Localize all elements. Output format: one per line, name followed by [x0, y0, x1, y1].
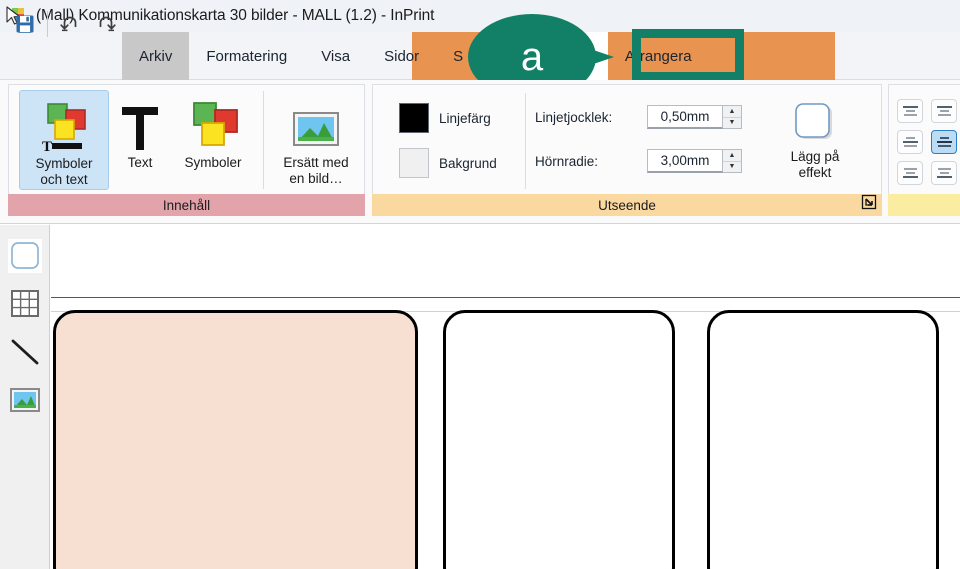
ribbon-tabs: Arkiv Formatering Visa Sidor S ät Celler…	[122, 32, 709, 80]
redo-button[interactable]	[89, 7, 122, 41]
tab-label: Arrangera	[624, 47, 692, 65]
line-tool-icon[interactable]	[8, 335, 42, 369]
group2-separator-2	[765, 93, 766, 189]
canvas-cell-1[interactable]	[53, 310, 418, 569]
tool-palette	[0, 225, 50, 569]
stepper-up-icon[interactable]: ▲	[723, 106, 741, 118]
align-top-right-icon[interactable]	[931, 99, 957, 123]
document-canvas[interactable]	[51, 225, 960, 569]
hornradie-input[interactable]: 3,00mm	[647, 149, 723, 173]
button-label-line1: Ersätt med	[283, 155, 349, 170]
stepper-down-icon[interactable]: ▼	[723, 118, 741, 129]
group-footer-text: Utseende	[598, 197, 656, 213]
button-label-line2: och text	[40, 171, 88, 187]
table-grid-tool-icon[interactable]	[8, 287, 42, 321]
canvas-cell-2[interactable]	[443, 310, 675, 569]
ribbon-group-utseende: Linjefärg Bakgrund Linjetjocklek: 0,50mm…	[372, 84, 882, 220]
align-middle-center-icon[interactable]	[931, 130, 957, 154]
undo-button[interactable]	[54, 7, 87, 41]
rounded-rect-tool-icon[interactable]	[8, 239, 42, 273]
dialog-launcher-icon[interactable]	[860, 193, 878, 211]
tab-label: Arkiv	[139, 47, 173, 65]
button-label-line2: en bild…	[289, 170, 343, 186]
group-footer-label	[888, 194, 960, 216]
field-linjetjocklek: Linjetjocklek: 0,50mm ▲ ▼	[535, 105, 742, 129]
group-body: T Symboler och text Text Symboler Ersätt…	[8, 84, 365, 197]
button-symboler[interactable]: Symboler	[167, 90, 259, 190]
ribbon-group-justering	[888, 84, 960, 220]
picture-icon	[290, 97, 342, 155]
field-label: Linjetjocklek:	[535, 109, 613, 125]
workspace	[0, 225, 960, 569]
group2-separator	[525, 93, 526, 189]
tab-at-occluded[interactable]: ät	[480, 32, 517, 80]
symbols-icon	[182, 97, 244, 155]
field-hornradie: Hörnradie: 3,00mm ▲ ▼	[535, 149, 742, 173]
tab-label: Sidor	[384, 47, 420, 65]
svg-text:T: T	[42, 139, 52, 155]
align-middle-left-icon[interactable]	[897, 130, 923, 154]
tab-label: S	[453, 47, 464, 65]
field-label: Hörnradie:	[535, 153, 599, 169]
save-button[interactable]	[8, 7, 41, 41]
group-footer-label: Utseende	[372, 194, 882, 216]
canvas-guide-line-primary	[51, 297, 960, 298]
ribbon: T Symboler och text Text Symboler Ersätt…	[0, 80, 960, 224]
tab-sidor[interactable]: Sidor	[367, 32, 436, 80]
canvas-cell-3[interactable]	[707, 310, 939, 569]
button-label-line1: Text	[127, 155, 153, 170]
tab-label: Celler	[542, 47, 582, 65]
group-footer-label: Innehåll	[8, 194, 365, 216]
row-label: Bakgrund	[439, 155, 497, 171]
row-bakgrund[interactable]: Bakgrund	[399, 148, 497, 178]
tab-formatering[interactable]: Formatering	[189, 32, 304, 80]
symbols-and-text-icon: T	[35, 98, 93, 156]
line-color-swatch[interactable]	[399, 103, 429, 133]
quick-access-toolbar	[0, 0, 122, 48]
field-value: 0,50mm	[660, 109, 710, 124]
group-body	[888, 84, 960, 197]
linjetjocklek-input[interactable]: 0,50mm	[647, 105, 723, 129]
ribbon-group-innehall: T Symboler och text Text Symboler Ersätt…	[8, 84, 365, 220]
group-body: Linjefärg Bakgrund Linjetjocklek: 0,50mm…	[372, 84, 882, 197]
hornradie-stepper[interactable]: ▲ ▼	[723, 149, 742, 173]
tab-celler[interactable]: Celler	[516, 32, 608, 80]
stepper-up-icon[interactable]: ▲	[723, 150, 741, 162]
button-ersatt-med-en-bild[interactable]: Ersätt med en bild…	[269, 90, 363, 190]
image-tool-icon[interactable]	[8, 383, 42, 417]
tab-s-occluded[interactable]: S	[436, 32, 480, 80]
button-lagg-pa-effekt[interactable]: Lägg på effekt	[769, 90, 861, 192]
tab-visa[interactable]: Visa	[304, 32, 367, 80]
rounded-rect-effect-icon	[790, 97, 840, 149]
tab-arrangera[interactable]: Arrangera	[608, 32, 709, 80]
button-label-line2: effekt	[798, 164, 832, 180]
group1-separator	[263, 91, 264, 189]
linjetjocklek-stepper[interactable]: ▲ ▼	[723, 105, 742, 129]
row-label: Linjefärg	[439, 110, 491, 126]
background-color-swatch[interactable]	[399, 148, 429, 178]
button-label-line1: Symboler	[35, 156, 93, 171]
field-value: 3,00mm	[660, 153, 710, 168]
tab-label: Formatering	[206, 47, 288, 65]
inprint-window: (Mall) Kommunikationskarta 30 bilder - M…	[0, 0, 960, 569]
row-linjefarg[interactable]: Linjefärg	[399, 103, 491, 133]
button-text[interactable]: Text	[114, 90, 166, 190]
align-bottom-right-icon[interactable]	[931, 161, 957, 185]
button-symboler-och-text[interactable]: T Symboler och text	[19, 90, 109, 190]
text-T-icon	[114, 97, 166, 155]
qat-separator	[47, 11, 48, 37]
align-top-left-icon[interactable]	[897, 99, 923, 123]
stepper-down-icon[interactable]: ▼	[723, 162, 741, 173]
tab-label: Visa	[321, 47, 351, 65]
tab-label: ät	[492, 47, 505, 65]
title-bar: (Mall) Kommunikationskarta 30 bilder - M…	[0, 0, 960, 32]
tab-arkiv[interactable]: Arkiv	[122, 32, 190, 80]
button-label-line1: Symboler	[184, 155, 242, 170]
align-bottom-left-icon[interactable]	[897, 161, 923, 185]
